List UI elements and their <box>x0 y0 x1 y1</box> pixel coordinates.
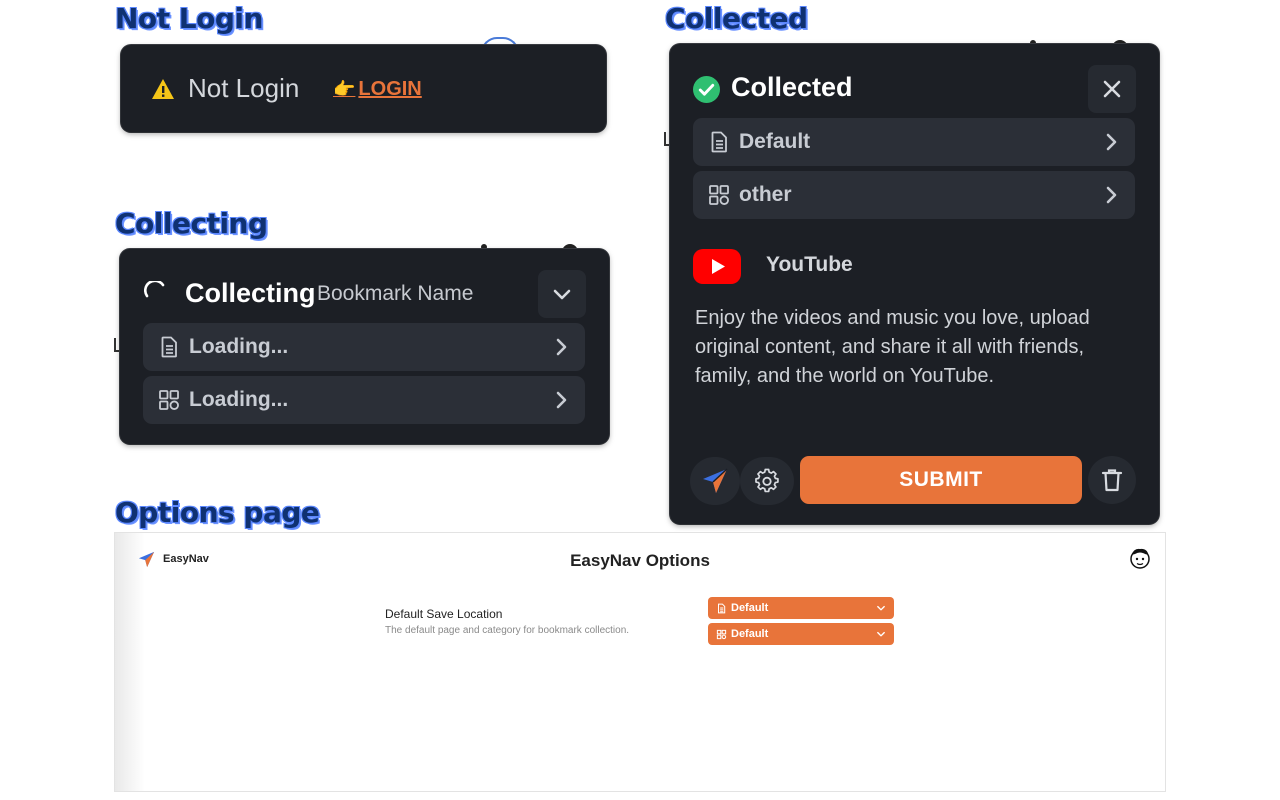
trash-icon <box>1101 469 1123 492</box>
page-row-label: Loading... <box>189 335 289 358</box>
collecting-panel: Collecting Bookmark Name Loading... Load… <box>120 249 609 444</box>
category-select-row[interactable]: other <box>693 171 1135 219</box>
site-description: Enjoy the videos and music you love, upl… <box>695 307 1090 387</box>
not-login-status-text: Not Login <box>188 73 300 103</box>
settings-button[interactable] <box>740 457 794 505</box>
grid-icon <box>159 390 179 410</box>
default-page-select[interactable]: Default <box>708 597 894 619</box>
category-select-row[interactable]: Loading... <box>143 376 585 424</box>
user-avatar[interactable] <box>1128 546 1152 575</box>
section-title-not-login: Not Login <box>115 2 263 35</box>
pointing-hand-icon: 👉 <box>333 79 356 99</box>
login-label: LOGIN <box>358 78 422 100</box>
paper-plane-icon <box>703 468 728 493</box>
page-row-label: Default <box>739 130 811 153</box>
page-icon <box>711 131 727 153</box>
section-title-collecting: Collecting <box>115 207 268 240</box>
default-category-select[interactable]: Default <box>708 623 894 645</box>
success-check-icon <box>693 76 720 108</box>
chevron-right-icon <box>556 391 567 409</box>
youtube-logo-icon <box>693 249 741 289</box>
expand-button[interactable] <box>538 270 586 318</box>
setting-description: The default page and category for bookma… <box>385 625 630 636</box>
chevron-down-icon <box>877 605 885 611</box>
site-name: YouTube <box>766 253 853 276</box>
collected-status-text: Collected <box>731 72 853 102</box>
chevron-down-icon <box>553 289 571 300</box>
page-icon <box>718 603 726 613</box>
gear-icon <box>755 468 779 493</box>
close-button[interactable] <box>1088 65 1136 113</box>
collecting-status-text: Collecting <box>185 278 316 308</box>
category-row-label: Loading... <box>189 388 289 411</box>
chevron-right-icon <box>556 338 567 356</box>
navigate-button[interactable] <box>690 457 740 505</box>
chevron-right-icon <box>1106 186 1117 204</box>
bookmark-name-input[interactable]: Bookmark Name <box>317 282 473 306</box>
default-category-value: Default <box>731 628 769 640</box>
section-title-collected: Collected <box>665 2 808 35</box>
page-select-row[interactable]: Default <box>693 118 1135 166</box>
grid-icon <box>709 185 729 205</box>
chevron-right-icon <box>1106 133 1117 151</box>
chevron-down-icon <box>877 631 885 637</box>
options-title: EasyNav Options <box>570 551 710 570</box>
category-row-label: other <box>739 183 792 206</box>
delete-button[interactable] <box>1088 456 1136 504</box>
close-icon <box>1103 80 1121 98</box>
grid-icon <box>716 629 727 639</box>
setting-label: Default Save Location <box>385 607 503 621</box>
section-title-options: Options page <box>115 496 320 529</box>
options-page: EasyNav EasyNav Options Default Save Loc… <box>114 532 1166 792</box>
loading-spinner-icon <box>144 279 166 308</box>
page-icon <box>161 336 177 358</box>
submit-button[interactable]: SUBMIT <box>800 456 1082 504</box>
warning-icon <box>151 78 175 105</box>
login-link[interactable]: 👉 LOGIN <box>333 78 422 101</box>
collected-panel: Collected Default other YouTube Enjoy th… <box>670 44 1159 524</box>
default-page-value: Default <box>731 602 769 614</box>
page-select-row[interactable]: Loading... <box>143 323 585 371</box>
not-login-panel: Not Login 👉 LOGIN <box>121 45 606 132</box>
